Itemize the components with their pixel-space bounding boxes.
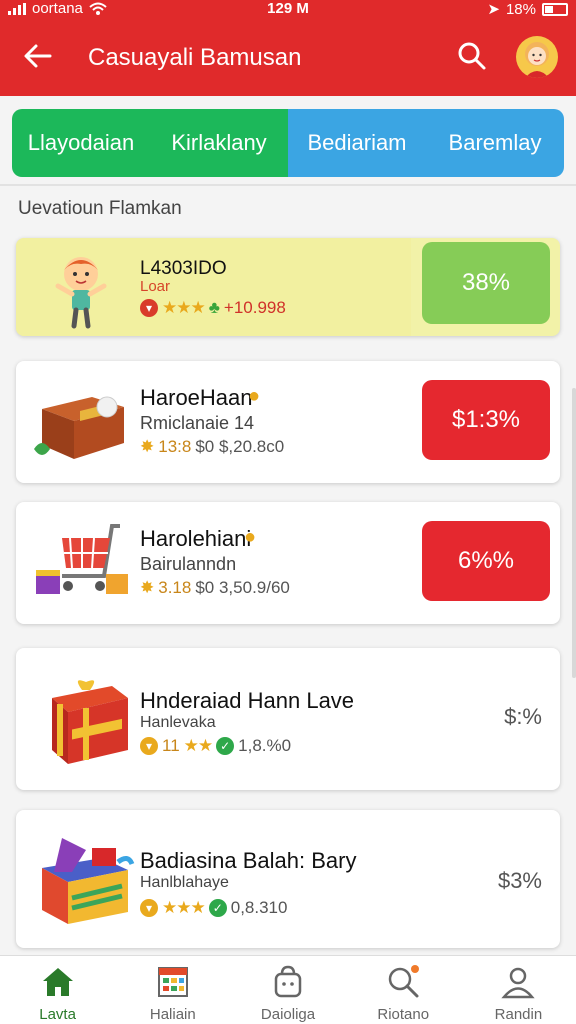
medal-icon: ● [248,385,261,407]
item-name: Hnderaiad Hann Lave [140,688,355,713]
item-price: $0 $,20.8c0 [195,437,285,456]
check-badge-icon: ✓ [216,737,235,755]
item-meta: ✸ 3.18 $0 3,50.9/60 [140,578,290,598]
app-bar: Casuayali Bamusan [0,28,576,88]
page-title: Casuayali Bamusan [88,44,302,71]
avatar[interactable] [516,36,558,78]
item-rating: 13:8 [158,437,192,456]
tab-bediariam[interactable]: Bediariam [288,109,426,177]
toybox-icon [42,838,135,924]
item-subtitle: Hanlblahaye [140,874,229,891]
nav-item-bag[interactable]: Daioliga [230,956,345,1024]
avatar-face-icon [525,42,549,78]
calendar-icon [157,967,188,997]
rating-stars-icon: ★★★ [162,298,206,317]
nav-item-search[interactable]: Riotano [346,956,461,1024]
nav-label: Haliain [149,1006,196,1023]
gift-icon [52,680,128,764]
crate-icon [34,396,124,459]
item-meta: ✸ 13:8 $0 $,20.8c0 [140,437,284,457]
divider [0,184,576,186]
coin-icon: ✸ [140,437,155,456]
item-price: 0,8.310 [230,898,288,917]
tab-kirlaklany[interactable]: Kirlaklany [150,109,288,177]
item-name: L4303IDO [140,258,227,279]
item-name: Badiasina Balah: Bary [140,848,357,873]
cart-icon [36,524,128,594]
search-icon [388,965,420,998]
nav-label: Randin [494,1006,543,1023]
nav-item-profile[interactable]: Randin [461,956,576,1024]
battery-icon [542,2,568,16]
check-badge-icon: ✓ [208,899,227,917]
item-meta: ▾ 11 ★★ ✓ 1,8.%0 [140,736,291,756]
medal-icon: ● [244,526,257,548]
location-icon: ➤ [487,1,500,18]
top-bar: oortana 129 M ➤ 18% Casuayali Bamusan [0,0,576,96]
percent-badge[interactable]: 38% [422,242,550,324]
percent-badge[interactable]: $1:3% [422,380,550,460]
down-badge-icon: ▾ [140,899,158,917]
item-name: HaroeHaan [140,385,253,410]
person-icon [501,967,536,999]
home-icon [42,968,73,996]
item-price: 1,8.%0 [238,736,292,755]
list-item[interactable]: HaroeHaan ● Rmiclanaie 14 ✸ 13:8 $0 $,20… [16,361,560,483]
percent-label: $3% [497,868,542,893]
item-meta: ▾ ★★★ ♣ +10.998 [140,298,286,318]
down-badge-icon: ▾ [140,299,158,317]
down-badge-icon: ▾ [140,737,158,755]
category-tabs: Llayodaian Kirlaklany Bediariam Baremlay [12,109,564,177]
list-item[interactable]: Hnderaiad Hann Lave Hanlevaka ▾ 11 ★★ ✓ … [16,648,560,790]
leaf-icon: ♣ [208,298,220,317]
bag-icon [274,965,302,998]
item-price: +10.998 [223,298,286,317]
nav-item-home[interactable]: Lavta [0,956,115,1024]
nav-label: Lavta [39,1006,76,1023]
item-price: $0 3,50.9/60 [195,578,290,597]
scrollbar[interactable] [572,388,576,678]
tab-llayodaian[interactable]: Llayodaian [12,109,150,177]
tab-baremlay[interactable]: Baremlay [426,109,564,177]
character-icon [55,257,107,329]
item-subtitle: Loar [140,278,171,295]
item-name: Harolehiani [140,526,252,551]
search-icon[interactable] [454,38,490,74]
bottom-nav: Lavta Haliain Daioliga Riotano Randin [0,955,576,1024]
rating-stars-icon: ★★★ [162,898,206,917]
nav-item-calendar[interactable]: Haliain [115,956,230,1024]
app-screen: oortana 129 M ➤ 18% Casuayali Bamusan Ll… [0,0,576,1024]
item-subtitle: Rmiclanaie 14 [140,413,255,433]
item-meta: ▾ ★★★ ✓ 0,8.310 [140,898,287,918]
list-item[interactable]: L4303IDO Loar ▾ ★★★ ♣ +10.998 38% [16,238,560,336]
item-rating: 3.18 [158,578,192,597]
battery-percent: 18% [505,0,536,18]
coin-icon: ✸ [140,578,155,597]
status-bar: oortana 129 M ➤ 18% [0,0,576,22]
nav-label: Riotano [377,1006,430,1023]
rating-stars-icon: ★★ [183,736,214,755]
back-arrow-icon[interactable] [20,38,56,74]
section-title: Uevatioun Flamkan [18,198,182,219]
item-rating: 11 [162,736,180,755]
nav-label: Daioliga [260,1006,316,1023]
item-subtitle: Hanlevaka [140,714,216,731]
list-item[interactable]: Badiasina Balah: Bary Hanlblahaye ▾ ★★★ … [16,810,560,948]
percent-badge[interactable]: 6%% [422,521,550,601]
item-subtitle: Bairulanndn [140,554,237,574]
percent-label: $:% [504,704,542,729]
list-item[interactable]: Harolehiani ● Bairulanndn ✸ 3.18 $0 3,50… [16,502,560,624]
